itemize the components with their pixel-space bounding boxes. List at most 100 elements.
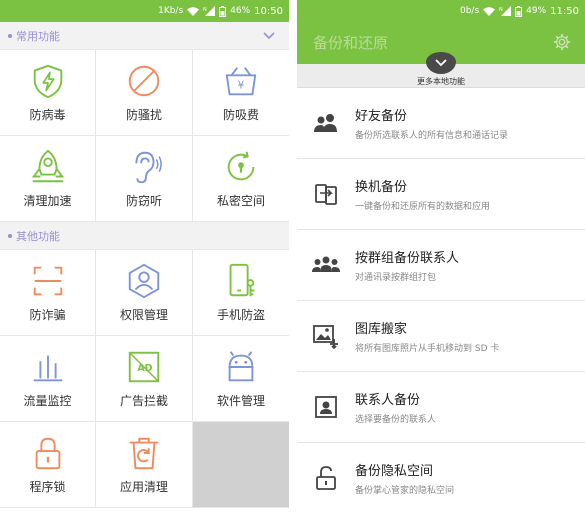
feature-label: 广告拦截 [119,394,168,408]
section-title: 其他功能 [16,229,60,243]
feature-cleanup-boost[interactable]: 清理加速 [0,136,96,222]
item-title: 联系人备份 [355,393,421,408]
backup-restore-screen: 0b/s N 49% 11:50 备份和还原 更多本地功能 好友备份备份所选联系… [297,0,585,512]
backup-options-list: 好友备份备份所选联系人的所有信息和通话记录 换机备份一键备份和还原所有的数据和应… [297,88,585,512]
feature-anti-fraud[interactable]: 防诈骗 [0,250,96,336]
section-header-common: 常用功能 [0,22,289,50]
feature-label: 手机防盗 [216,308,265,322]
item-subtitle: 将所有图库照片从手机移动到 SD 卡 [355,344,500,354]
expand-handle[interactable] [426,52,456,74]
item-title: 备份隐私空间 [355,464,434,479]
security-features-screen: 1Kb/s N 46% 10:50 常用功能 防病毒 防骚扰 ¥ 防吸费 清理加… [0,0,289,512]
feature-anti-eavesdrop[interactable]: 防窃听 [96,136,193,222]
feature-harassment-block[interactable]: 防骚扰 [96,50,193,136]
feature-traffic-monitor[interactable]: 流量监控 [0,336,96,422]
status-bar: 0b/s N 49% 11:50 [297,0,585,22]
feature-label: 程序锁 [29,480,66,494]
more-local-features-bar[interactable]: 更多本地功能 [297,52,585,88]
feature-ad-block[interactable]: AD 广告拦截 [96,336,193,422]
item-subtitle: 备份掌心管家的隐私空间 [355,486,455,496]
feature-app-manage[interactable]: 软件管理 [193,336,289,422]
wifi-icon [483,6,496,16]
feature-private-space[interactable]: 私密空间 [193,136,289,222]
phone-switch-icon [315,184,337,205]
section-header-other: 其他功能 [0,222,289,250]
clock: 10:50 [254,5,283,17]
item-subtitle: 一键备份和还原所有的数据和应用 [355,202,491,212]
feature-app-lock[interactable]: 程序锁 [0,422,96,508]
feature-fee-protection[interactable]: ¥ 防吸费 [193,50,289,136]
feature-antivirus[interactable]: 防病毒 [0,50,96,136]
feature-label: 私密空间 [216,194,265,208]
shield-icon [33,64,62,99]
item-subtitle: 备份所选联系人的所有信息和通话记录 [355,131,509,141]
item-subtitle: 对通讯录按群组打包 [355,273,437,283]
status-bar: 1Kb/s N 46% 10:50 [0,0,289,22]
bullet-dot [8,233,12,238]
feature-label: 流量监控 [23,394,72,408]
chevron-down-icon[interactable] [263,31,275,40]
list-item-friend-backup[interactable]: 好友备份备份所选联系人的所有信息和通话记录 [297,88,585,159]
common-features-grid: 防病毒 防骚扰 ¥ 防吸费 清理加速 防窃听 私密空间 [0,50,289,222]
feature-label: 防吸费 [222,108,259,122]
feature-label: 应用清理 [119,480,168,494]
clock: 11:50 [550,5,579,17]
item-title: 好友备份 [355,109,408,124]
gear-icon[interactable] [553,33,571,51]
item-title: 按群组备份联系人 [355,251,460,266]
phone-key-icon [229,263,255,297]
battery-percent: 49% [526,6,547,16]
item-subtitle: 选择要备份的联系人 [355,415,437,425]
user-hexagon-icon [128,263,160,299]
signal-icon: N [499,6,512,16]
ad-block-icon: AD [128,351,160,383]
svg-text:N: N [499,7,503,13]
svg-text:AD: AD [137,363,152,374]
unlock-icon [316,466,336,490]
network-speed: 1Kb/s [158,6,184,16]
rocket-icon [31,149,64,183]
empty-grid-cell [193,422,289,508]
chevron-down-icon [435,59,447,67]
android-icon [228,351,254,382]
trash-icon [129,437,159,470]
section-title: 常用功能 [16,29,60,43]
feature-label: 权限管理 [119,308,168,322]
list-item-private-space-backup[interactable]: 备份隐私空间备份掌心管家的隐私空间 [297,443,585,512]
contact-card-icon [315,396,337,418]
yuan-basket-icon: ¥ [225,67,257,96]
feature-label: 防骚扰 [125,108,162,122]
svg-text:N: N [203,7,207,13]
battery-percent: 46% [230,6,251,16]
item-title: 换机备份 [355,180,408,195]
list-item-group-backup[interactable]: 按群组备份联系人对通讯录按群组打包 [297,230,585,301]
list-item-gallery-move[interactable]: 图库搬家将所有图库照片从手机移动到 SD 卡 [297,301,585,372]
battery-icon [515,5,523,17]
gallery-move-icon [313,325,338,349]
page-title: 备份和还原 [313,34,389,52]
feature-label: 清理加速 [23,194,72,208]
lock-circle-icon [227,151,255,181]
more-features-label: 更多本地功能 [417,77,465,86]
wifi-icon [187,6,200,16]
list-item-contact-backup[interactable]: 联系人备份选择要备份的联系人 [297,372,585,443]
group-icon [312,256,340,272]
no-sign-icon [128,65,160,97]
item-title: 图库搬家 [355,322,408,337]
list-item-phone-switch-backup[interactable]: 换机备份一键备份和还原所有的数据和应用 [297,159,585,230]
contacts-icon [314,114,337,132]
screen-divider [289,0,297,512]
svg-text:¥: ¥ [238,80,245,92]
feature-phone-antitheft[interactable]: 手机防盗 [193,250,289,336]
padlock-icon [35,437,60,470]
scan-frame-icon [33,266,62,296]
bars-icon [33,355,62,382]
feature-label: 防窃听 [125,194,162,208]
feature-permission-manage[interactable]: 权限管理 [96,250,193,336]
feature-app-cleanup[interactable]: 应用清理 [96,422,193,508]
feature-label: 防诈骗 [29,308,66,322]
bullet-dot [8,33,12,38]
feature-label: 防病毒 [29,108,66,122]
battery-icon [219,5,227,17]
ear-icon [135,151,162,184]
